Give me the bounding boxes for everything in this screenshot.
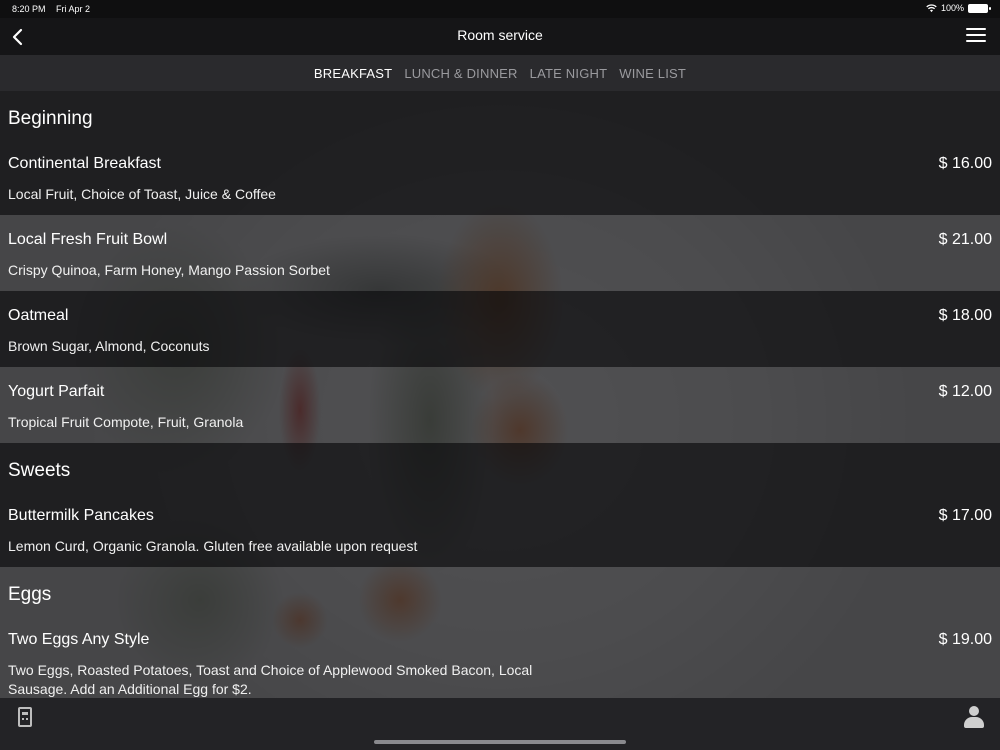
status-right: 100% — [926, 3, 991, 13]
hamburger-line — [966, 34, 986, 36]
item-name: Continental Breakfast — [8, 155, 161, 172]
remote-control-icon[interactable] — [18, 707, 32, 727]
wifi-icon — [926, 3, 937, 12]
user-profile-icon[interactable] — [964, 706, 984, 728]
item-name: Local Fresh Fruit Bowl — [8, 231, 168, 248]
item-price: $ 21.00 — [938, 231, 992, 248]
menu-item[interactable]: Continental Breakfast $ 16.00 Local Frui… — [0, 139, 1000, 215]
battery-percent: 100% — [940, 3, 964, 13]
item-name: Oatmeal — [8, 307, 69, 324]
item-description: Tropical Fruit Compote, Fruit, Granola — [8, 414, 244, 430]
menu-list[interactable]: Beginning Continental Breakfast $ 16.00 … — [0, 91, 1000, 698]
menu-item[interactable]: Two Eggs Any Style $ 19.00 Two Eggs, Roa… — [0, 615, 1000, 698]
section-header-beginning: Beginning — [0, 91, 1000, 139]
tab-wine-list[interactable]: WINE LIST — [619, 66, 686, 81]
tab-late-night[interactable]: LATE NIGHT — [530, 66, 608, 81]
page-title: Room service — [457, 27, 543, 43]
menu-item[interactable]: Buttermilk Pancakes $ 17.00 Lemon Curd, … — [0, 491, 1000, 567]
navigation-bar: Room service — [0, 18, 1000, 55]
hamburger-line — [966, 40, 986, 42]
item-description: Lemon Curd, Organic Granola. Gluten free… — [8, 538, 418, 554]
tab-lunch-dinner[interactable]: LUNCH & DINNER — [404, 66, 517, 81]
menu-button[interactable] — [966, 28, 986, 44]
menu-item[interactable]: Yogurt Parfait $ 12.00 Tropical Fruit Co… — [0, 367, 1000, 443]
user-body — [964, 717, 984, 728]
item-description: Local Fruit, Choice of Toast, Juice & Co… — [8, 186, 276, 202]
item-description: Brown Sugar, Almond, Coconuts — [8, 338, 210, 354]
battery-icon — [968, 3, 991, 13]
item-price: $ 18.00 — [938, 307, 992, 324]
status-time: 8:20 PM — [12, 4, 46, 14]
item-description: Crispy Quinoa, Farm Honey, Mango Passion… — [8, 262, 330, 278]
item-price: $ 12.00 — [938, 383, 992, 400]
item-description: Two Eggs, Roasted Potatoes, Toast and Ch… — [8, 662, 533, 697]
status-date: Fri Apr 2 — [56, 4, 91, 14]
item-name: Two Eggs Any Style — [8, 631, 150, 648]
status-bar: 8:20 PM Fri Apr 2 100% — [0, 0, 1000, 18]
menu-item[interactable]: Local Fresh Fruit Bowl $ 21.00 Crispy Qu… — [0, 215, 1000, 291]
home-indicator[interactable] — [374, 740, 626, 744]
menu-item[interactable]: Oatmeal $ 18.00 Brown Sugar, Almond, Coc… — [0, 291, 1000, 367]
item-price: $ 19.00 — [938, 631, 992, 648]
item-price: $ 16.00 — [938, 155, 992, 172]
hamburger-menu-icon — [966, 28, 986, 30]
item-name: Yogurt Parfait — [8, 383, 105, 400]
user-head — [969, 706, 979, 716]
item-price: $ 17.00 — [938, 507, 992, 524]
section-header-eggs: Eggs — [0, 567, 1000, 615]
menu-tabs: BREAKFAST LUNCH & DINNER LATE NIGHT WINE… — [0, 55, 1000, 91]
item-name: Buttermilk Pancakes — [8, 507, 154, 524]
tab-breakfast[interactable]: BREAKFAST — [314, 66, 392, 81]
section-header-sweets: Sweets — [0, 443, 1000, 491]
